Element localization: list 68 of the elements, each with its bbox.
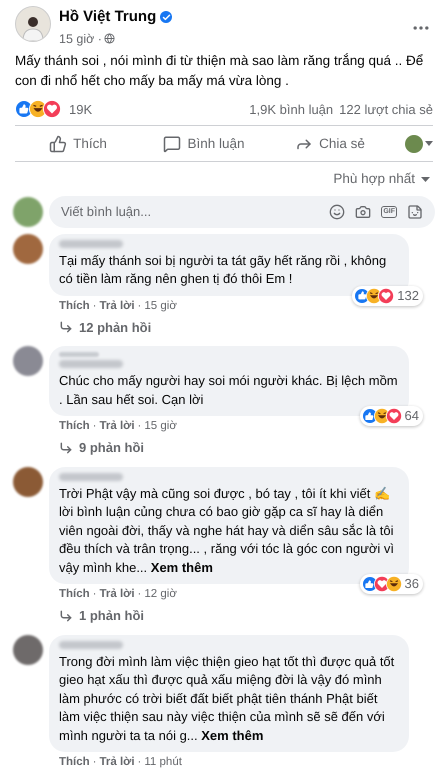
separator-dot: · xyxy=(92,298,97,312)
sort-dropdown[interactable]: Phù hợp nhất xyxy=(333,169,415,190)
avatar[interactable] xyxy=(13,466,43,496)
comment-text: Chúc cho mấy người hay soi mói người khác. Bị lệch mồm . Lần sau hết soi. Cạn lời xyxy=(59,372,399,408)
comment-text: Tại mấy thánh soi bị người ta tát gãy hết răng rồi , không có tiền làm răng nên ghen tị đó thôi Em ! xyxy=(59,252,388,288)
share-count[interactable]: 122 lượt chia sẻ xyxy=(339,100,433,119)
see-more-link[interactable]: Xem thêm xyxy=(201,728,264,742)
avatar[interactable] xyxy=(13,346,43,376)
avatar[interactable] xyxy=(13,196,43,226)
heart-reaction-icon xyxy=(378,288,394,304)
speech-bubble-icon xyxy=(163,134,182,153)
comment-reactions-pill[interactable]: 64 xyxy=(360,406,423,426)
reply-arrow-icon xyxy=(59,608,73,623)
comment-reactions-pill[interactable]: 132 xyxy=(352,286,423,306)
comment-text: Trời Phật vậy mà cũng soi được , bó tay , tôi ít khi viết ✍ lời bình luận củng chưa có bao giờ gặp ca sĩ hay là diển viên ngoài đời, thấy và nghe hát hay và diển sâu sắc là tôi đều thích và trân trọng... , răng với tóc là góc con người vì vậy mình khe... Xem thêm xyxy=(59,484,396,577)
action-link[interactable]: Thích xyxy=(59,587,90,601)
thumbs-up-icon xyxy=(49,134,68,153)
view-replies-link[interactable]: 9 phản hồi xyxy=(79,438,144,458)
post-time[interactable]: 15 giờ · xyxy=(59,30,102,48)
post-action-button[interactable]: Chia sẻ xyxy=(267,128,393,160)
action-link[interactable]: Trả lời xyxy=(100,298,135,312)
action-link[interactable]: Trả lời xyxy=(100,587,135,601)
camera-icon[interactable] xyxy=(355,204,372,220)
separator-dot: · xyxy=(138,755,142,769)
comment-reactions-pill[interactable]: 36 xyxy=(360,574,423,594)
comment-time[interactable]: 15 giờ xyxy=(144,298,177,312)
separator-dot: · xyxy=(138,419,142,433)
comment-text: Trong đời mình làm việc thiện gieo hạt tốt thì được quả tốt gieo hạt xấu thì được quả xấu miệng đời là vậy đó mình làm phước có trời biết đất biết phật tiên thánh Phật biết làm việc thiện sau này việc thiện của mình sẽ sẽ đến với mình người ta ta nói g... Xem thêm xyxy=(59,652,396,745)
comment-time[interactable]: 11 phút xyxy=(144,755,182,769)
comment-reaction-count: 64 xyxy=(404,407,419,426)
action-link[interactable]: Thích xyxy=(59,755,90,769)
separator-dot: · xyxy=(92,755,97,769)
blurred-badge xyxy=(59,352,99,357)
action-link[interactable]: Thích xyxy=(59,298,90,312)
post-text: Mấy thánh soi , nói mình đi từ thiện mà sao làm răng trắng quá .. Để con đi nhổ hết cho mấy ba mấy má vừa lòng . xyxy=(14,52,424,90)
heart-reaction-icon xyxy=(43,100,61,118)
separator-dot: · xyxy=(92,587,97,601)
separator-dot: · xyxy=(92,419,97,433)
comment-time[interactable]: 15 giờ xyxy=(144,419,177,433)
profile-avatar[interactable] xyxy=(15,6,51,42)
emoji-icon[interactable] xyxy=(329,204,346,220)
post-action-button[interactable]: Bình luận xyxy=(141,128,267,160)
sticker-icon[interactable] xyxy=(407,204,423,220)
comment-reaction-count: 132 xyxy=(397,286,419,305)
avatar[interactable] xyxy=(13,234,43,264)
reaction-count[interactable]: 19K xyxy=(69,100,92,119)
view-replies-link[interactable]: 1 phản hồi xyxy=(79,606,144,626)
comment-reaction-count: 36 xyxy=(404,575,419,594)
comment-time[interactable]: 12 giờ xyxy=(144,587,177,601)
page-avatar xyxy=(405,134,423,153)
reply-arrow-icon xyxy=(59,440,73,455)
action-link[interactable]: Trả lời xyxy=(100,419,135,433)
laughing-reaction-icon xyxy=(386,576,402,592)
avatar[interactable] xyxy=(13,634,43,664)
separator-dot: · xyxy=(138,298,142,312)
see-more-link[interactable]: Xem thêm xyxy=(150,560,213,574)
globe-icon xyxy=(104,33,115,44)
view-replies-link[interactable]: 12 phản hồi xyxy=(79,318,152,337)
caret-icon xyxy=(425,141,433,146)
comment-count[interactable]: 1,9K bình luận xyxy=(249,100,334,119)
post-action-button[interactable]: Thích xyxy=(15,128,141,160)
action-link[interactable]: Trả lời xyxy=(100,755,135,769)
action-link[interactable]: Thích xyxy=(59,419,90,433)
separator-dot: · xyxy=(138,587,142,601)
reply-arrow-icon xyxy=(59,320,73,334)
caret-icon xyxy=(421,176,430,182)
heart-reaction-icon xyxy=(386,408,402,424)
author-name[interactable]: Hồ Việt Trung xyxy=(59,6,156,28)
